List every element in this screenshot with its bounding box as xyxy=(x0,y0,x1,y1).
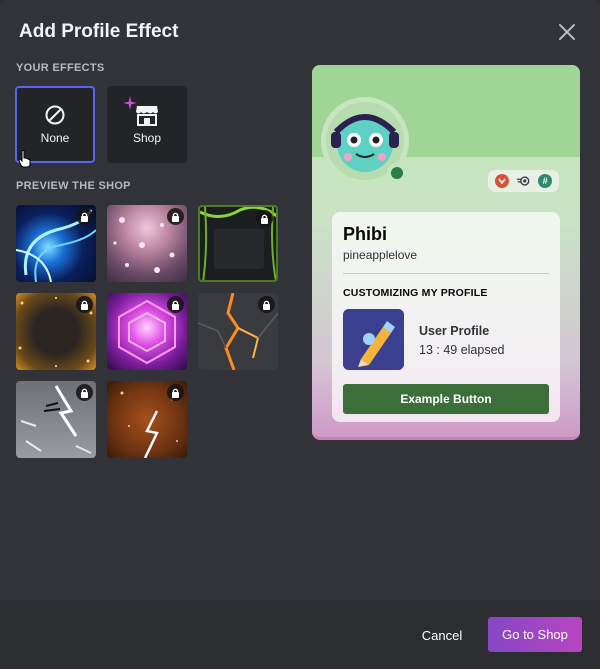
lock-icon xyxy=(76,296,93,313)
effect-shop-tile[interactable]: Shop xyxy=(107,86,187,163)
lock-icon xyxy=(76,384,93,401)
close-icon[interactable] xyxy=(556,21,578,43)
go-to-shop-button[interactable]: Go to Shop xyxy=(488,617,582,652)
none-icon xyxy=(45,105,65,125)
activity-heading: CUSTOMIZING MY PROFILE xyxy=(343,287,488,299)
nitro-boost-badge-icon[interactable] xyxy=(516,174,530,188)
your-effects-heading: YOUR EFFECTS xyxy=(16,62,105,74)
example-button[interactable]: Example Button xyxy=(343,384,549,414)
shop-preview-tile[interactable] xyxy=(107,381,187,458)
add-profile-effect-modal: Add Profile Effect YOUR EFFECTS None Sho… xyxy=(0,0,600,669)
lock-icon xyxy=(167,208,184,225)
shop-preview-tile[interactable] xyxy=(16,293,96,370)
hashtag-badge-icon[interactable]: # xyxy=(538,174,553,188)
activity-elapsed: 13 : 49 elapsed xyxy=(419,343,505,357)
display-name: Phibi xyxy=(343,224,387,244)
hand-cursor-icon xyxy=(18,150,31,168)
modal-footer: Cancel Go to Shop xyxy=(0,600,600,669)
shop-preview-tile[interactable] xyxy=(16,381,96,458)
pencil-app-icon xyxy=(343,309,404,370)
cancel-button[interactable]: Cancel xyxy=(410,617,474,653)
profile-preview-card: # Phibi pineapplelove CUSTOMIZING MY PRO… xyxy=(312,65,580,440)
lock-icon xyxy=(167,384,184,401)
effect-shop-label: Shop xyxy=(132,131,162,145)
activity-name: User Profile xyxy=(419,324,490,338)
modal-title: Add Profile Effect xyxy=(19,21,179,42)
effect-none-label: None xyxy=(40,131,70,145)
username: pineapplelove xyxy=(343,248,418,262)
lock-icon xyxy=(256,210,273,227)
lock-icon xyxy=(258,296,275,313)
shop-preview-tile[interactable] xyxy=(16,205,96,282)
divider xyxy=(343,273,549,274)
shop-preview-tile[interactable] xyxy=(107,205,187,282)
badge-list: # xyxy=(488,170,559,192)
shop-preview-tile[interactable] xyxy=(107,293,187,370)
shop-icon xyxy=(136,106,158,126)
online-status-icon xyxy=(387,163,407,183)
sparkle-icon xyxy=(123,96,137,110)
hypesquad-badge-icon[interactable] xyxy=(494,174,509,188)
lock-icon xyxy=(76,208,93,225)
profile-info-panel: Phibi pineapplelove CUSTOMIZING MY PROFI… xyxy=(332,212,560,422)
shop-preview-tile[interactable] xyxy=(198,293,278,370)
preview-shop-heading: PREVIEW THE SHOP xyxy=(16,180,131,192)
lock-icon xyxy=(167,296,184,313)
shop-preview-tile[interactable] xyxy=(198,205,278,282)
